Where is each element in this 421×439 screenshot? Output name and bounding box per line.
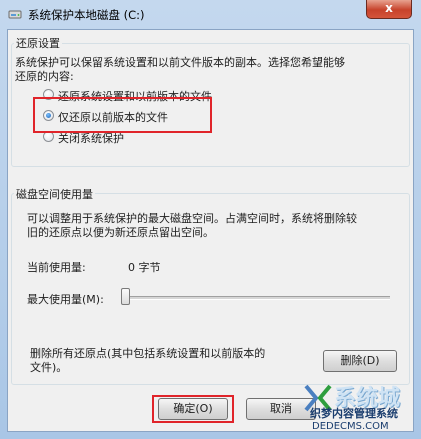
title-bar[interactable]: 系统保护本地磁盘 (C:) x bbox=[0, 0, 421, 30]
disk-usage-group-label: 磁盘空间使用量 bbox=[14, 186, 95, 202]
highlight-box-ok-button bbox=[152, 395, 234, 423]
max-usage-label: 最大使用量(M): bbox=[27, 293, 104, 306]
delete-description-line2: 文件)。 bbox=[30, 361, 68, 374]
restore-settings-group-label: 还原设置 bbox=[14, 35, 62, 51]
delete-restore-points-button[interactable]: 删除(D) bbox=[323, 350, 397, 372]
current-usage-label: 当前使用量: bbox=[27, 261, 86, 274]
drive-icon bbox=[8, 10, 22, 19]
max-usage-slider-thumb[interactable] bbox=[121, 288, 130, 305]
dialog-window: 系统保护本地磁盘 (C:) x 还原设置 系统保护可以保留系统设置和以前文件版本… bbox=[0, 0, 421, 439]
disk-description-line2: 旧的还原点以便为新还原点留出空间。 bbox=[27, 226, 214, 239]
highlight-box-restore-option bbox=[33, 97, 212, 133]
max-usage-slider-track[interactable] bbox=[126, 296, 390, 300]
window-title: 系统保护本地磁盘 (C:) bbox=[28, 8, 145, 22]
restore-description-line2: 还原的内容: bbox=[15, 70, 74, 83]
close-button[interactable]: x bbox=[366, 0, 412, 19]
current-usage-value: 0 字节 bbox=[128, 261, 161, 274]
cancel-button[interactable]: 取消 bbox=[246, 398, 316, 420]
